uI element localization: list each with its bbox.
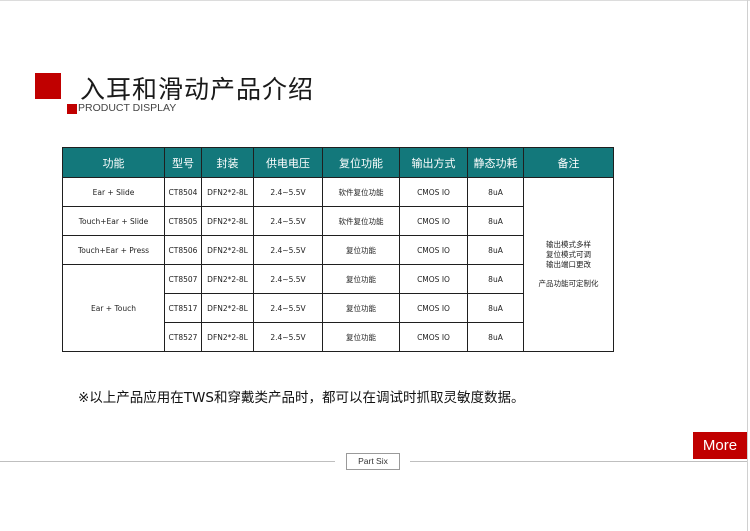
- note-line: 产品功能可定制化: [538, 279, 599, 288]
- cell-power: 8uA: [467, 177, 524, 207]
- header-function: 功能: [62, 147, 165, 178]
- note-spacer: [524, 270, 613, 279]
- cell-function: Ear + Slide: [62, 177, 165, 207]
- cell-output: CMOS IO: [399, 177, 468, 207]
- cell-model: CT8506: [164, 235, 202, 265]
- cell-voltage: 2.4~5.5V: [253, 264, 323, 294]
- cell-output: CMOS IO: [399, 322, 468, 352]
- table-row: Ear + Slide CT8504 DFN2*2-8L 2.4~5.5V 软件…: [62, 177, 614, 352]
- header-power: 静态功耗: [467, 147, 524, 178]
- cell-function: Touch+Ear + Press: [62, 235, 165, 265]
- notes-cell: 输出模式多样 复位模式可调 输出端口更改 产品功能可定制化: [523, 177, 614, 352]
- cell-function: Touch+Ear + Slide: [62, 206, 165, 236]
- cell-voltage: 2.4~5.5V: [253, 206, 323, 236]
- header-reset: 复位功能: [322, 147, 400, 178]
- cell-model: CT8507: [164, 264, 202, 294]
- title-accent-square: [35, 73, 61, 99]
- header-package: 封装: [201, 147, 254, 178]
- cell-model: CT8517: [164, 293, 202, 323]
- footnote-text: ※以上产品应用在TWS和穿戴类产品时，都可以在调试时抓取灵敏度数据。: [78, 390, 525, 406]
- cell-package: DFN2*2-8L: [201, 235, 254, 265]
- cell-package: DFN2*2-8L: [201, 206, 254, 236]
- cell-power: 8uA: [467, 293, 524, 323]
- header-voltage: 供电电压: [253, 147, 323, 178]
- cell-voltage: 2.4~5.5V: [253, 235, 323, 265]
- slide-top-border: [0, 0, 750, 1]
- cell-model: CT8504: [164, 177, 202, 207]
- page-title: 入耳和滑动产品介绍: [80, 75, 315, 104]
- table-header-row: 功能 型号 封装 供电电压 复位功能 输出方式 静态功耗 备注: [62, 147, 614, 178]
- footer-divider-right: [410, 461, 747, 462]
- cell-package: DFN2*2-8L: [201, 177, 254, 207]
- note-line: 输出模式多样: [546, 240, 591, 249]
- more-button[interactable]: More: [693, 432, 747, 459]
- cell-power: 8uA: [467, 264, 524, 294]
- cell-power: 8uA: [467, 235, 524, 265]
- note-line: 复位模式可调: [546, 250, 591, 259]
- cell-reset: 软件复位功能: [322, 206, 400, 236]
- footer-divider-left: [0, 461, 335, 462]
- cell-reset: 复位功能: [322, 293, 400, 323]
- cell-reset: 复位功能: [322, 322, 400, 352]
- cell-model: CT8505: [164, 206, 202, 236]
- cell-output: CMOS IO: [399, 206, 468, 236]
- header-output: 输出方式: [399, 147, 468, 178]
- cell-output: CMOS IO: [399, 293, 468, 323]
- page-subtitle: PRODUCT DISPLAY: [78, 102, 177, 114]
- cell-function: Ear + Touch: [62, 264, 165, 352]
- subtitle-accent-square: [67, 104, 77, 114]
- cell-model: CT8527: [164, 322, 202, 352]
- cell-voltage: 2.4~5.5V: [253, 293, 323, 323]
- cell-output: CMOS IO: [399, 264, 468, 294]
- cell-package: DFN2*2-8L: [201, 322, 254, 352]
- cell-reset: 复位功能: [322, 235, 400, 265]
- product-table: 功能 型号 封装 供电电压 复位功能 输出方式 静态功耗 备注 Ear + Sl…: [62, 147, 614, 352]
- cell-reset: 复位功能: [322, 264, 400, 294]
- cell-package: DFN2*2-8L: [201, 264, 254, 294]
- cell-power: 8uA: [467, 206, 524, 236]
- cell-reset: 软件复位功能: [322, 177, 400, 207]
- cell-voltage: 2.4~5.5V: [253, 322, 323, 352]
- slide-right-border: [747, 0, 748, 531]
- cell-voltage: 2.4~5.5V: [253, 177, 323, 207]
- header-model: 型号: [164, 147, 202, 178]
- cell-output: CMOS IO: [399, 235, 468, 265]
- note-line: 输出端口更改: [546, 260, 591, 269]
- cell-power: 8uA: [467, 322, 524, 352]
- part-label: Part Six: [346, 453, 400, 470]
- cell-package: DFN2*2-8L: [201, 293, 254, 323]
- header-notes: 备注: [523, 147, 614, 178]
